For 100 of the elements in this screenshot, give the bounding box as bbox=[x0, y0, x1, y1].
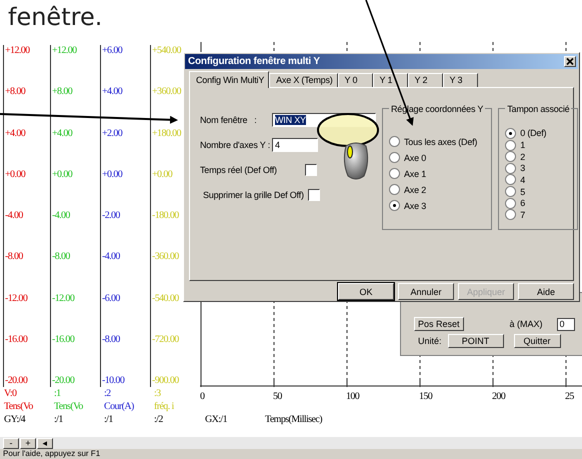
radio-label[interactable]: Axe 1 bbox=[404, 168, 426, 179]
radio-label[interactable]: Axe 2 bbox=[404, 184, 426, 195]
scroll-button[interactable]: - bbox=[3, 438, 19, 448]
axis-label: -540.00 bbox=[152, 292, 180, 304]
x-scale-label: GX:/1 bbox=[205, 414, 228, 425]
axis-name: Tens(Vo bbox=[53, 400, 84, 413]
axes-count-input[interactable]: 4 bbox=[272, 138, 318, 152]
radio-button[interactable] bbox=[505, 198, 516, 209]
radio-label[interactable]: 1 bbox=[520, 140, 526, 150]
axis-label: -8.00 bbox=[102, 334, 121, 346]
axis-label: -12.00 bbox=[52, 292, 76, 304]
checkbox[interactable] bbox=[308, 188, 320, 201]
axis-label: -20.00 bbox=[52, 375, 76, 387]
max-input[interactable]: 0 bbox=[556, 318, 575, 330]
highlight-ellipse bbox=[317, 113, 379, 147]
field-label: Nom fenêtre : bbox=[200, 114, 258, 125]
radio-button[interactable] bbox=[505, 162, 516, 174]
close-icon[interactable] bbox=[564, 56, 576, 67]
axis-label: +0.00 bbox=[102, 168, 124, 181]
radio-button[interactable] bbox=[505, 140, 516, 151]
axis-label: +4.00 bbox=[52, 128, 74, 140]
tab[interactable]: Y 0 bbox=[338, 72, 373, 87]
x-tick-label: 150 bbox=[419, 391, 434, 402]
radio-button[interactable] bbox=[389, 184, 400, 196]
x-tick-label: 0 bbox=[200, 391, 206, 402]
radio-label[interactable]: 5 bbox=[520, 186, 526, 197]
axis-label: -16.00 bbox=[52, 334, 76, 346]
axis-label: +540.00 bbox=[152, 45, 182, 57]
axis-scale: GY:/4 bbox=[3, 413, 26, 426]
axis-label: +8.00 bbox=[52, 86, 74, 98]
radio-button[interactable] bbox=[505, 209, 516, 220]
axis-label: -4.00 bbox=[52, 210, 71, 222]
axis-index: :3 bbox=[153, 387, 162, 400]
x-tick-label: 50 bbox=[273, 391, 283, 402]
tab[interactable]: Y 3 bbox=[442, 72, 478, 87]
axis-label: +8.00 bbox=[5, 86, 26, 98]
radio-button[interactable] bbox=[505, 174, 516, 186]
radio-label[interactable]: 7 bbox=[520, 210, 526, 220]
axis-label: +0.00 bbox=[5, 168, 26, 181]
quit-button[interactable]: Quitter bbox=[514, 334, 561, 348]
max-label: à (MAX) bbox=[510, 319, 543, 329]
axis-label: -12.00 bbox=[5, 292, 28, 304]
axis-label: -4.00 bbox=[5, 210, 24, 222]
axis-label: +180.00 bbox=[152, 128, 182, 140]
dialog-button[interactable]: Annuler bbox=[398, 283, 454, 300]
axis-label: -360.00 bbox=[152, 251, 180, 264]
axis-label: -8.00 bbox=[5, 251, 24, 264]
axis-name: Cour(A) bbox=[103, 400, 135, 413]
axis-name: fréq. i bbox=[153, 400, 175, 413]
axis-index: V:0 bbox=[3, 387, 18, 400]
radio-label[interactable]: Axe 3 bbox=[404, 200, 426, 211]
radio-button[interactable] bbox=[505, 186, 516, 198]
radio-label[interactable]: 4 bbox=[520, 174, 526, 185]
axis-scale: :/1 bbox=[103, 413, 114, 426]
reset-button[interactable]: Pos Reset bbox=[414, 317, 464, 331]
checkbox-label: Temps réel (Def Off) bbox=[200, 164, 277, 175]
radio-button[interactable] bbox=[505, 128, 516, 139]
axis-label: -20.00 bbox=[5, 375, 28, 387]
caption-text: fenêtre. bbox=[8, 2, 102, 32]
dialog-title: Configuration fenêtre multi Y bbox=[188, 56, 320, 67]
status-bar: Pour l'aide, appuyez sur F1 bbox=[0, 449, 582, 459]
x-tick-label: 200 bbox=[492, 391, 506, 402]
axis-label: -180.00 bbox=[152, 210, 180, 222]
tab[interactable]: Axe X (Temps) bbox=[269, 72, 338, 87]
axis-label: -16.00 bbox=[5, 334, 28, 346]
radio-button[interactable] bbox=[389, 152, 400, 164]
tab[interactable]: Y 1 bbox=[372, 72, 408, 87]
tab[interactable]: Y 2 bbox=[408, 72, 443, 87]
dialog-button[interactable]: Aide bbox=[518, 283, 574, 300]
axis-label: +0.00 bbox=[152, 168, 174, 181]
field-label: Nombre d'axes Y : bbox=[200, 140, 272, 150]
axis-index: :2 bbox=[103, 387, 112, 400]
axis-label: +0.00 bbox=[52, 168, 74, 181]
x-tick-label: 25 bbox=[565, 391, 574, 402]
scroll-button[interactable]: ◂ bbox=[37, 438, 53, 448]
axis-label: -6.00 bbox=[102, 292, 121, 304]
tab[interactable]: Config Win MultiY bbox=[189, 70, 270, 88]
axis-label: +4.00 bbox=[5, 128, 26, 140]
axis-label: -10.00 bbox=[102, 375, 126, 387]
unit-label: Unité: bbox=[418, 336, 442, 346]
radio-label[interactable]: 2 bbox=[520, 152, 526, 162]
radio-button[interactable] bbox=[389, 200, 400, 212]
unit-button[interactable]: POINT bbox=[448, 334, 504, 348]
axis-label: +2.00 bbox=[102, 128, 124, 140]
dialog-button[interactable]: OK bbox=[338, 283, 394, 300]
axis-label: +12.00 bbox=[52, 45, 78, 57]
radio-label[interactable]: 0 (Def) bbox=[520, 128, 546, 138]
radio-label[interactable]: 6 bbox=[520, 198, 526, 208]
axis-name: Tens(Vo bbox=[3, 400, 34, 413]
x-axis-title: Temps(Millisec) bbox=[265, 414, 322, 425]
radio-label[interactable]: 3 bbox=[520, 163, 526, 174]
radio-button[interactable] bbox=[389, 168, 400, 180]
radio-button[interactable] bbox=[505, 151, 516, 162]
radio-button[interactable] bbox=[389, 136, 400, 148]
scroll-button[interactable]: + bbox=[20, 438, 36, 448]
axis-label: +360.00 bbox=[152, 86, 182, 98]
radio-label[interactable]: Axe 0 bbox=[404, 152, 426, 163]
radio-label[interactable]: Tous les axes (Def) bbox=[404, 136, 478, 147]
axis-label: -900.00 bbox=[152, 375, 180, 387]
checkbox[interactable] bbox=[304, 164, 317, 176]
